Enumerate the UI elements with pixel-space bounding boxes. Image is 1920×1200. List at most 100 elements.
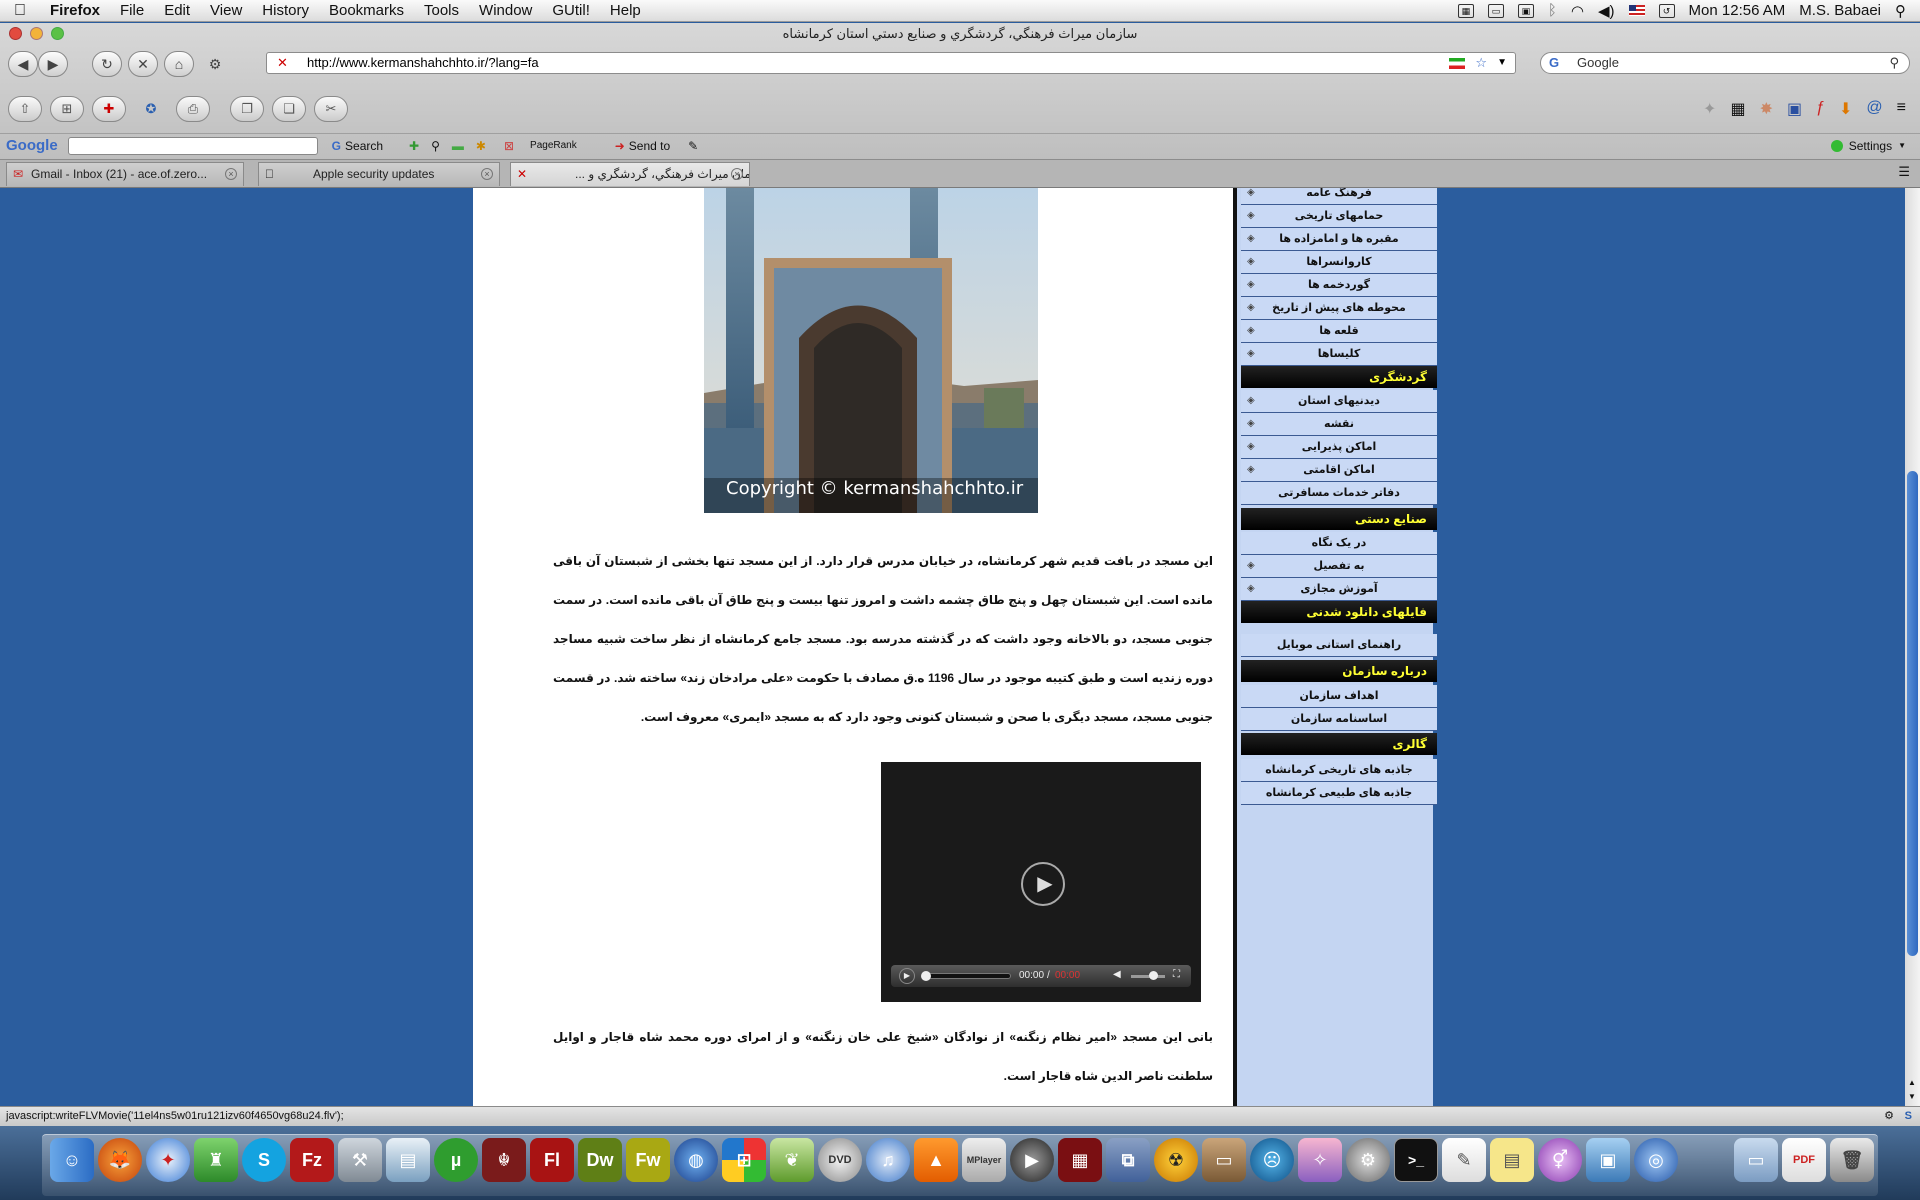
status-gear-icon[interactable]: ⚙ xyxy=(1884,1107,1894,1126)
new-tab-button[interactable]: ⊞ xyxy=(50,96,84,122)
sidebar-item-sights[interactable]: ◈ دیدنیهای استان xyxy=(1241,390,1437,413)
firefox-icon[interactable]: 🦊 xyxy=(98,1138,142,1182)
url-dropdown-icon[interactable]: ▼ xyxy=(1497,53,1507,73)
sidebar-item-accommodation[interactable]: ◈ اماکن اقامتی xyxy=(1241,459,1437,482)
minimize-window-icon[interactable] xyxy=(30,27,43,40)
sidebar-item-folklore[interactable]: ◈ فرهنگ عامه xyxy=(1241,188,1437,205)
pdf-document-icon[interactable]: PDF xyxy=(1782,1138,1826,1182)
tab-close-icon[interactable]: × xyxy=(225,168,237,180)
download-icon[interactable]: ⬇ xyxy=(1839,99,1852,119)
tab-list-icon[interactable]: ☰ xyxy=(1898,164,1910,180)
video-scrubber[interactable] xyxy=(921,971,931,981)
menu-app-firefox[interactable]: Firefox xyxy=(40,2,110,19)
circle-app-icon[interactable]: ◎ xyxy=(1634,1138,1678,1182)
sidebar-item-travel-agencies[interactable]: دفاتر خدمات مسافرتی xyxy=(1241,482,1437,505)
scrollbar-thumb[interactable] xyxy=(1907,471,1918,956)
home-button[interactable]: ⌂ xyxy=(164,51,194,77)
menu-window[interactable]: Window xyxy=(469,2,542,19)
play-icon[interactable]: ▶ xyxy=(1021,862,1065,906)
dragon-app-icon[interactable]: ☬ xyxy=(482,1138,526,1182)
google-search-engine-icon[interactable]: G xyxy=(1549,53,1559,73)
volume-knob[interactable] xyxy=(1149,971,1158,980)
tab-kermanshah[interactable]: ✕ سازمان میراث فرهنگي، گردشگري و ... × xyxy=(510,162,750,186)
pdf-icon[interactable]: ƒ xyxy=(1816,99,1825,119)
video-progress-bar[interactable] xyxy=(923,973,1011,979)
sidebar-item-castles[interactable]: ◈ قلعه ها xyxy=(1241,320,1437,343)
drive-icon[interactable]: ▭ xyxy=(1487,3,1504,18)
tab-close-icon[interactable]: × xyxy=(481,168,493,180)
apple-menu-icon[interactable]:  xyxy=(0,2,40,20)
fullscreen-icon[interactable]: ⛶ xyxy=(1173,969,1180,980)
forward-button[interactable]: ▶ xyxy=(38,51,68,77)
system-preferences-icon[interactable]: ⚙ xyxy=(1346,1138,1390,1182)
pencil-icon[interactable]: ✎ xyxy=(688,139,698,153)
windows-icon[interactable]: ⊞ xyxy=(722,1138,766,1182)
url-text[interactable]: http://www.kermanshahchhto.ir/?lang=fa xyxy=(307,55,539,70)
menu-edit[interactable]: Edit xyxy=(154,2,200,19)
tab-apple[interactable]:  Apple security updates × xyxy=(258,162,500,186)
sidebar-item-restaurants[interactable]: ◈ اماکن پذیرایی xyxy=(1241,436,1437,459)
menu-history[interactable]: History xyxy=(252,2,319,19)
volume-icon[interactable]: ◀) xyxy=(1598,2,1615,20)
copy-button[interactable]: ❐ xyxy=(230,96,264,122)
back-button[interactable]: ◀ xyxy=(8,51,38,77)
print-button[interactable]: ⎙ xyxy=(176,96,210,122)
vmware-icon[interactable]: ⧉ xyxy=(1106,1138,1150,1182)
preview-icon[interactable]: ▤ xyxy=(386,1138,430,1182)
video-player[interactable]: ▶ ▶ 00:00 / 00:00 ◀ ⛶ xyxy=(881,762,1201,1002)
sidebar-item-mobile-guide[interactable]: راهنمای استانی موبایل xyxy=(1241,634,1437,657)
menu-bookmarks[interactable]: Bookmarks xyxy=(319,2,414,19)
sidebar-item-crypts[interactable]: ◈ گوردخمه ها xyxy=(1241,274,1437,297)
sidebar-item-overview[interactable]: در یک نگاه xyxy=(1241,532,1437,555)
sidebar-item-natural-attractions[interactable]: جاذبه های طبیعی کرمانشاه xyxy=(1241,782,1437,805)
itunes-icon[interactable]: ♫ xyxy=(866,1138,910,1182)
sidebar-item-baths[interactable]: ◈ حمامهای تاریخی xyxy=(1241,205,1437,228)
sendto-button[interactable]: Send to xyxy=(629,139,670,153)
firebug-icon[interactable]: ✸ xyxy=(1760,99,1773,119)
google-search-button[interactable]: Search xyxy=(345,139,383,153)
wifi-icon[interactable]: ◠ xyxy=(1571,2,1584,20)
display-icon[interactable]: ▣ xyxy=(1517,3,1534,18)
toolbar-plus-icon[interactable]: ✚ xyxy=(409,139,419,153)
textedit-icon[interactable]: ✎ xyxy=(1442,1138,1486,1182)
vertical-scrollbar[interactable]: ▲ ▼ xyxy=(1905,188,1920,1106)
utorrent-icon[interactable]: µ xyxy=(434,1138,478,1182)
radiation-icon[interactable]: ☢ xyxy=(1154,1138,1198,1182)
menu-view[interactable]: View xyxy=(200,2,252,19)
dvd-player-icon[interactable]: DVD xyxy=(818,1138,862,1182)
filezilla-icon[interactable]: Fz xyxy=(290,1138,334,1182)
toolbar-magnifier-icon[interactable]: ⚲ xyxy=(431,139,440,153)
menu-lines-icon[interactable]: ≡ xyxy=(1897,99,1906,119)
volume-slider[interactable] xyxy=(1131,975,1165,978)
sidebar-item-tombs[interactable]: ◈ مقبره ها و امامزاده ها xyxy=(1241,228,1437,251)
gender-app-icon[interactable]: ⚥ xyxy=(1538,1138,1582,1182)
fireworks-icon[interactable]: Fw xyxy=(626,1138,670,1182)
google-toolbar-input[interactable] xyxy=(67,136,318,155)
terminal-icon[interactable]: >_ xyxy=(1394,1138,1438,1182)
flash-icon[interactable]: Fl xyxy=(530,1138,574,1182)
cut-button[interactable]: ✂ xyxy=(314,96,348,122)
archive-icon[interactable]: ▭ xyxy=(1202,1138,1246,1182)
pagerank-label[interactable]: PageRank xyxy=(530,140,577,151)
menu-file[interactable]: File xyxy=(110,2,154,19)
toolbar-puzzle-icon[interactable]: ✱ xyxy=(476,139,486,153)
zoom-window-icon[interactable] xyxy=(51,27,64,40)
stickies-icon[interactable]: ▤ xyxy=(1490,1138,1534,1182)
angry-app-icon[interactable]: ☹ xyxy=(1250,1138,1294,1182)
google-gear-icon[interactable]: ⚙ xyxy=(200,51,230,77)
mplayer-icon[interactable]: MPlayer xyxy=(962,1138,1006,1182)
time-machine-icon[interactable]: ↺ xyxy=(1658,3,1675,18)
vlc-icon[interactable]: ▲ xyxy=(914,1138,958,1182)
tab-close-icon[interactable]: × xyxy=(731,168,743,180)
search-icon[interactable]: ⚲ xyxy=(1889,53,1899,73)
video-play-button[interactable]: ▶ xyxy=(899,968,915,984)
clock-text[interactable]: Mon 12:56 AM xyxy=(1689,2,1786,19)
user-name[interactable]: M.S. Babaei xyxy=(1799,2,1881,19)
safari-icon[interactable]: ✪ xyxy=(134,96,168,122)
bookmark-star-icon[interactable]: ☆ xyxy=(1475,53,1487,73)
settings-button[interactable]: Settings xyxy=(1849,139,1892,153)
close-window-icon[interactable] xyxy=(9,27,22,40)
tools-icon[interactable]: ⚒ xyxy=(338,1138,382,1182)
sidebar-item-prehistoric[interactable]: ◈ محوطه های پیش از تاریخ xyxy=(1241,297,1437,320)
downloads-folder-icon[interactable]: ▭ xyxy=(1734,1138,1778,1182)
